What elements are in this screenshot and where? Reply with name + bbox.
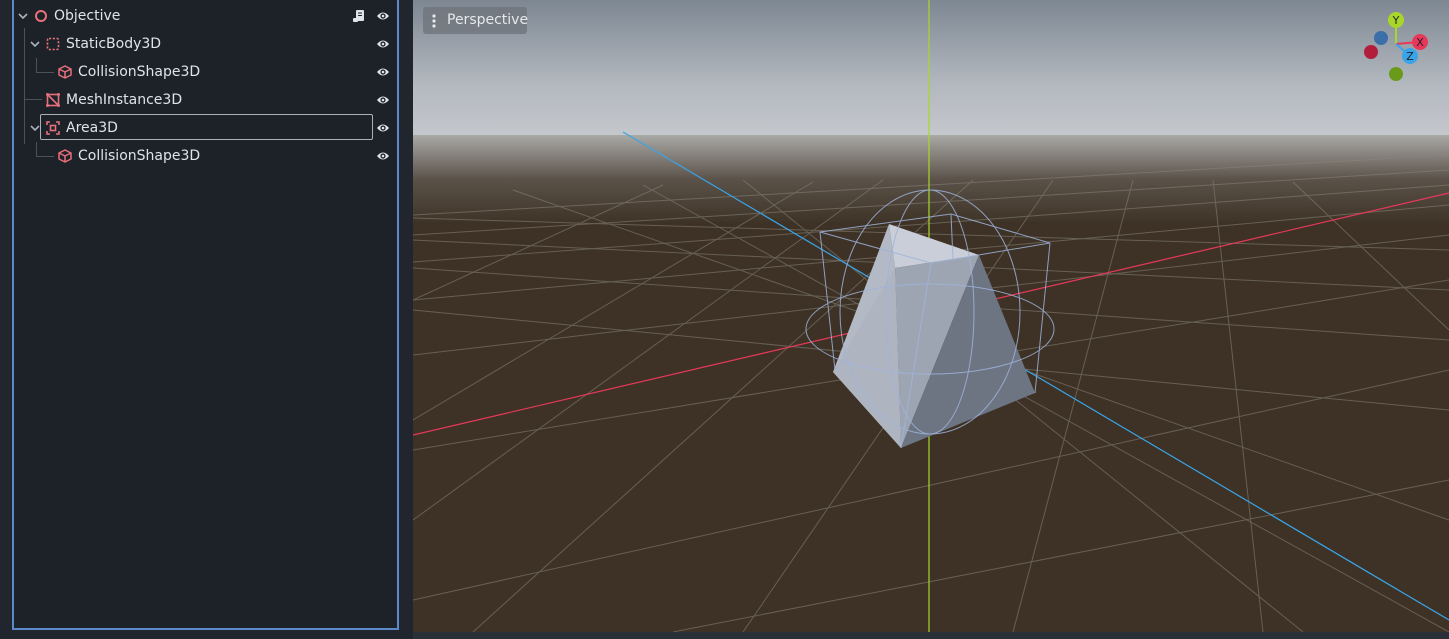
chevron-down-icon[interactable] [29, 38, 41, 50]
meshinstance3d-icon [46, 93, 60, 107]
gizmo-neg-x[interactable] [1364, 45, 1378, 59]
tree-item-label: MeshInstance3D [66, 92, 183, 108]
visibility-eye-icon[interactable] [376, 122, 390, 134]
visibility-eye-icon[interactable] [376, 94, 390, 106]
gizmo-x-label: X [1416, 36, 1424, 49]
area3d-icon [46, 121, 60, 135]
visibility-eye-icon[interactable] [376, 38, 390, 50]
tree-item-label: CollisionShape3D [78, 148, 201, 164]
gizmo-neg-z[interactable] [1374, 31, 1388, 45]
kebab-menu-icon [432, 14, 436, 28]
tree-item-objective[interactable]: Objective [14, 2, 397, 30]
visibility-eye-icon[interactable] [376, 66, 390, 78]
visibility-eye-icon[interactable] [376, 10, 390, 22]
tree-item-label: StaticBody3D [66, 36, 162, 52]
orientation-gizmo[interactable]: Y X Z [1353, 10, 1433, 86]
sky [413, 0, 1449, 140]
chevron-down-icon[interactable] [17, 10, 29, 22]
tree-item-label: CollisionShape3D [78, 64, 201, 80]
collisionshape3d-icon [58, 65, 72, 79]
scene-tree-panel[interactable]: Objective StaticBody3D CollisionShape3D … [12, 0, 399, 630]
collisionshape3d-icon [58, 149, 72, 163]
gizmo-neg-y[interactable] [1389, 67, 1403, 81]
left-dock-strip [0, 0, 12, 639]
tree-item-label: Area3D [66, 120, 118, 136]
tree-item-collisionshape3d[interactable]: CollisionShape3D [14, 142, 397, 170]
visibility-eye-icon[interactable] [376, 150, 390, 162]
3d-viewport[interactable]: Perspective Y X Z [413, 0, 1449, 632]
tree-item-staticbody3d[interactable]: StaticBody3D [14, 30, 397, 58]
perspective-label: Perspective [447, 12, 529, 28]
gizmo-y-label: Y [1392, 14, 1400, 27]
chevron-down-icon[interactable] [29, 122, 41, 134]
perspective-menu-button[interactable]: Perspective [423, 7, 529, 34]
node3d-icon [35, 10, 47, 22]
tree-item-collisionshape3d[interactable]: CollisionShape3D [14, 58, 397, 86]
tree-item-area3d[interactable]: Area3D [14, 114, 397, 142]
viewport-scene[interactable] [413, 0, 1449, 632]
tree-item-label: Objective [54, 8, 121, 24]
tree-item-meshinstance3d[interactable]: MeshInstance3D [14, 86, 397, 114]
staticbody3d-icon [46, 37, 60, 51]
gizmo-z-label: Z [1406, 50, 1414, 63]
script-icon[interactable] [352, 9, 366, 23]
viewport-bottom-bar [413, 632, 1449, 639]
